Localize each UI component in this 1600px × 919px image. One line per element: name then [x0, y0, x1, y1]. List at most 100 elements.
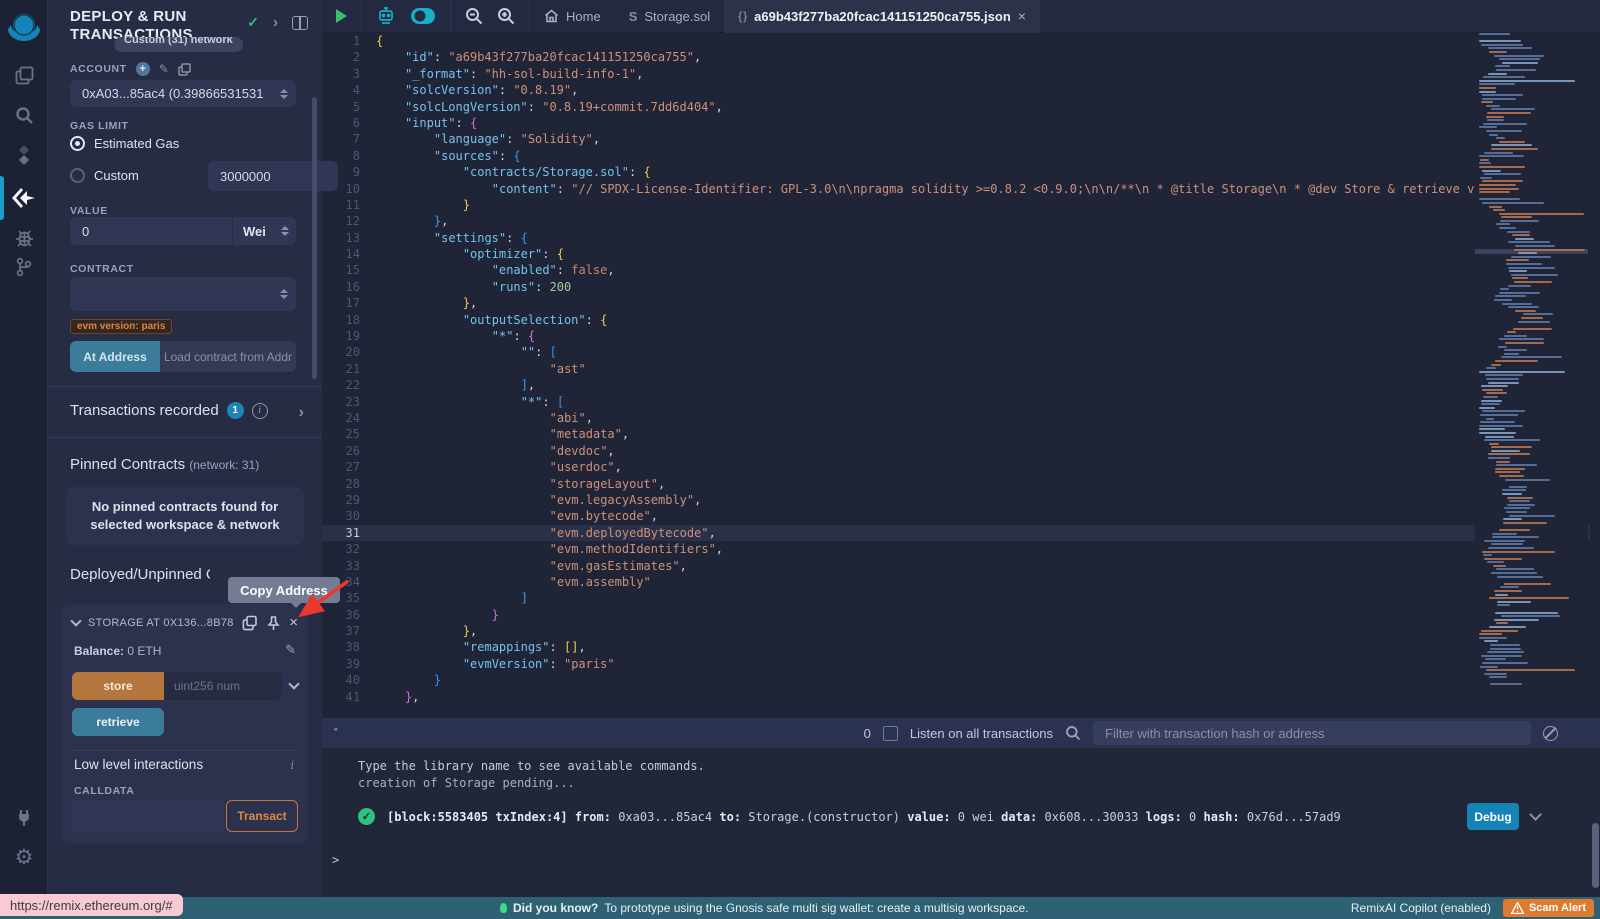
listen-all-checkbox[interactable] [883, 726, 898, 741]
code-editor[interactable]: 1{2 "id": "a69b43f277ba20fcac141151250ca… [322, 33, 1590, 718]
code-line[interactable]: 7 "language": "Solidity", [322, 131, 1590, 147]
code-line[interactable]: 35 ] [322, 590, 1590, 606]
editor-minimap[interactable] [1475, 33, 1588, 718]
edit-balance-icon[interactable]: ✎ [285, 642, 296, 658]
value-input[interactable]: 0 [70, 217, 232, 245]
ai-assistant-icon[interactable] [376, 6, 396, 26]
deploy-run-icon[interactable] [0, 178, 48, 218]
code-line[interactable]: 23 "*": [ [322, 394, 1590, 410]
code-line[interactable]: 9 "contracts/Storage.sol": { [322, 164, 1590, 180]
panel-scrollbar[interactable] [312, 97, 317, 379]
code-line[interactable]: 24 "abi", [322, 410, 1590, 426]
terminal-scrollbar[interactable] [1592, 823, 1599, 888]
code-line[interactable]: 22 ], [322, 377, 1590, 393]
code-line[interactable]: 5 "solcLongVersion": "0.8.19+commit.7dd6… [322, 99, 1590, 115]
zoom-out-icon[interactable] [465, 7, 483, 25]
code-line[interactable]: 34 "evm.assembly" [322, 574, 1590, 590]
code-line[interactable]: 19 "*": { [322, 328, 1590, 344]
sign-message-icon[interactable]: ✎ [159, 63, 169, 75]
code-line[interactable]: 41 }, [322, 689, 1590, 705]
code-line[interactable]: 18 "outputSelection": { [322, 312, 1590, 328]
clear-console-icon[interactable] [1543, 726, 1558, 741]
store-arg-input[interactable]: uint256 num [164, 672, 282, 700]
solidity-compiler-icon[interactable] [0, 138, 48, 172]
code-line[interactable]: 40 } [322, 672, 1590, 688]
custom-gas-option[interactable]: Custom [70, 168, 139, 183]
code-line[interactable]: 25 "metadata", [322, 426, 1590, 442]
collapse-contract-icon[interactable] [70, 615, 81, 626]
scam-alert-button[interactable]: Scam Alert [1503, 899, 1594, 917]
pin-panel-icon[interactable] [292, 16, 308, 30]
estimated-gas-radio[interactable] [70, 136, 85, 151]
settings-gear-icon[interactable]: ⚙ [0, 840, 48, 874]
load-contract-address-input[interactable]: Load contract from Addr [160, 341, 296, 372]
code-line[interactable]: 15 "enabled": false, [322, 262, 1590, 278]
code-line[interactable]: 4 "solcVersion": "0.8.19", [322, 82, 1590, 98]
plugin-manager-icon[interactable] [0, 800, 48, 834]
low-level-info-icon[interactable]: i [290, 757, 294, 773]
contract-select[interactable] [70, 277, 296, 311]
code-line[interactable]: 17 }, [322, 295, 1590, 311]
collapse-terminal-icon[interactable]: ˇˇ [334, 731, 338, 736]
code-line[interactable]: 32 "evm.methodIdentifiers", [322, 541, 1590, 557]
tab-storage-sol[interactable]: S Storage.sol [615, 0, 724, 33]
expand-log-icon[interactable] [1529, 808, 1542, 821]
code-line[interactable]: 33 "evm.gasEstimates", [322, 558, 1590, 574]
contract-stepper[interactable] [278, 289, 290, 299]
account-stepper[interactable] [278, 89, 290, 99]
code-line[interactable]: 36 } [322, 607, 1590, 623]
code-line[interactable]: 3 "_format": "hh-sol-build-info-1", [322, 66, 1590, 82]
code-line[interactable]: 6 "input": { [322, 115, 1590, 131]
terminal-prompt[interactable]: > [332, 853, 339, 867]
copilot-toggle-icon[interactable] [410, 7, 436, 25]
code-line[interactable]: 10 "content": "// SPDX-License-Identifie… [322, 181, 1590, 197]
code-line[interactable]: 1{ [322, 33, 1590, 49]
transactions-expand-icon[interactable]: › [299, 404, 304, 422]
tab-home[interactable]: Home [530, 0, 615, 33]
close-tab-icon[interactable]: × [1018, 8, 1026, 24]
copilot-status[interactable]: RemixAI Copilot (enabled) [1351, 901, 1491, 915]
code-line[interactable]: 16 "runs": 200 [322, 279, 1590, 295]
code-line[interactable]: 21 "ast" [322, 361, 1590, 377]
copy-address-icon[interactable] [242, 615, 258, 631]
code-line[interactable]: 27 "userdoc", [322, 459, 1590, 475]
debugger-icon[interactable] [0, 220, 48, 254]
unit-stepper[interactable] [279, 226, 291, 236]
filter-transactions-input[interactable]: Filter with transaction hash or address [1093, 721, 1531, 745]
code-line[interactable]: 38 "remappings": [], [322, 639, 1590, 655]
value-unit-select[interactable]: Wei [232, 217, 296, 245]
code-line[interactable]: 28 "storageLayout", [322, 476, 1590, 492]
code-line[interactable]: 29 "evm.legacyAssembly", [322, 492, 1590, 508]
code-line[interactable]: 39 "evmVersion": "paris" [322, 656, 1590, 672]
account-select[interactable]: 0xA03...85ac4 (0.39866531531 [70, 80, 296, 107]
code-line[interactable]: 14 "optimizer": { [322, 246, 1590, 262]
code-line[interactable]: 8 "sources": { [322, 148, 1590, 164]
remix-logo-icon[interactable] [0, 8, 48, 48]
add-account-icon[interactable]: + [136, 62, 150, 76]
transact-button[interactable]: Transact [226, 800, 298, 832]
pin-contract-icon[interactable] [266, 615, 281, 631]
code-line[interactable]: 37 }, [322, 623, 1590, 639]
debug-button[interactable]: Debug [1467, 803, 1519, 830]
copy-account-icon[interactable] [178, 63, 191, 76]
at-address-button[interactable]: At Address [70, 341, 160, 372]
expand-store-icon[interactable] [288, 678, 299, 689]
retrieve-function-button[interactable]: retrieve [72, 708, 164, 736]
estimated-gas-option[interactable]: Estimated Gas [70, 136, 179, 151]
info-icon[interactable]: i [252, 403, 268, 419]
custom-gas-input[interactable]: 3000000 [208, 161, 338, 191]
calldata-input[interactable] [72, 800, 224, 832]
code-line[interactable]: 30 "evm.bytecode", [322, 508, 1590, 524]
tab-json-active[interactable]: { } a69b43f277ba20fcac141151250ca755.jso… [724, 0, 1040, 33]
code-line[interactable]: 20 "": [ [322, 344, 1590, 360]
store-function-button[interactable]: store [72, 672, 164, 700]
code-line[interactable]: 11 } [322, 197, 1590, 213]
code-line[interactable]: 31 "evm.deployedBytecode", [322, 525, 1590, 541]
code-line[interactable]: 2 "id": "a69b43f277ba20fcac141151250ca75… [322, 49, 1590, 65]
git-icon[interactable] [0, 250, 48, 284]
run-script-icon[interactable] [336, 9, 347, 23]
expand-panel-icon[interactable]: › [273, 14, 278, 31]
zoom-in-icon[interactable] [497, 7, 515, 25]
custom-gas-radio[interactable] [70, 168, 85, 183]
code-line[interactable]: 26 "devdoc", [322, 443, 1590, 459]
